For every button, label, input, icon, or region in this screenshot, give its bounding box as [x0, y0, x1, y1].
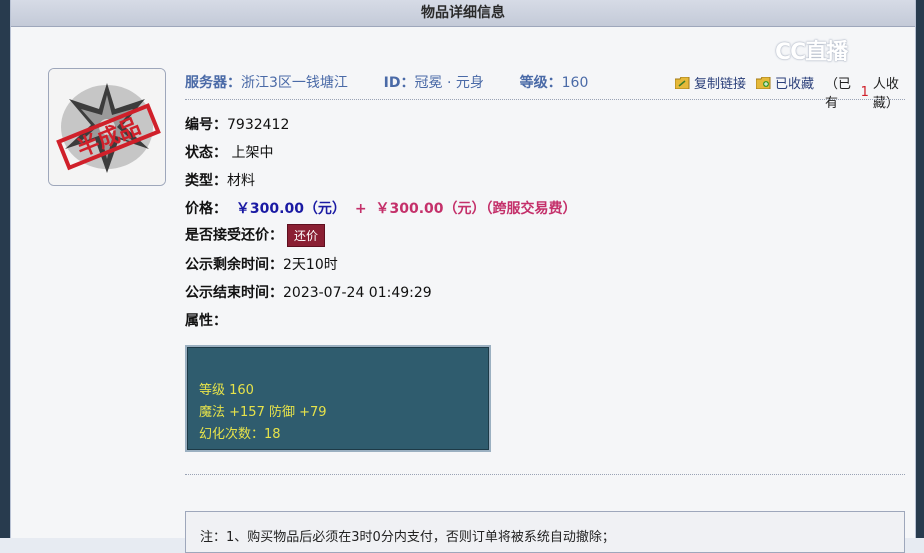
id-value: 冠冕 · 元身 — [414, 75, 484, 91]
fav-count-number: 1 — [860, 84, 869, 100]
price-label: 价格： — [185, 201, 227, 217]
server-label: 服务器： — [185, 75, 241, 91]
bargain-label: 是否接受还价： — [185, 227, 283, 244]
attributes-box: 等级 160 魔法 +157 防御 +79 幻化次数：18 — [185, 345, 491, 452]
fav-count-suffix: 人收藏） — [872, 77, 899, 111]
type-row: 类型：材料 — [185, 170, 255, 190]
fav-count-prefix: （已有 — [825, 77, 852, 111]
item-thumbnail[interactable]: 半成品 — [48, 68, 166, 186]
status-row: 状态： 上架中 — [185, 142, 273, 162]
panel-title: 物品详细信息 — [11, 0, 915, 27]
notice-text: 注：1、购买物品后必须在3时0分内支付，否则订单将被系统自动撤除； — [200, 530, 615, 545]
price-plus: + — [354, 201, 367, 217]
stream-watermark: CC直播 — [775, 34, 848, 66]
bargain-row: 是否接受还价： 还价 — [185, 224, 326, 247]
attr-transform-count: 幻化次数：18 — [199, 427, 281, 442]
attr-magic-defense: 魔法 +157 防御 +79 — [199, 405, 327, 420]
remaining-value: 2天10时 — [283, 257, 338, 273]
remaining-row: 公示剩余时间：2天10时 — [185, 254, 338, 274]
folder-add-icon — [755, 76, 771, 89]
left-dark-edge — [0, 0, 10, 538]
price-value: ￥300.00（元） — [235, 201, 346, 217]
server-value: 浙江3区一钱塘江 — [241, 75, 348, 91]
level-value: 160 — [561, 75, 589, 91]
crown-item-icon: 半成品 — [49, 69, 165, 185]
item-detail-panel: 物品详细信息 CC直播 半成品 服务器：浙江3区一钱塘江 ID：冠冕 · 元身 … — [10, 0, 916, 553]
code-label: 编号： — [185, 117, 227, 133]
status-value: 上架中 — [231, 145, 274, 161]
price-row: 价格： ￥300.00（元） + ￥300.00（元）（跨服交易费） — [185, 198, 577, 218]
notice-box: 注：1、购买物品后必须在3时0分内支付，否则订单将被系统自动撤除； — [185, 511, 905, 553]
end-time-row: 公示结束时间：2023-07-24 01:49:29 — [185, 282, 432, 302]
id-label: ID： — [383, 75, 415, 91]
level-label: 等级： — [519, 75, 562, 91]
folder-link-icon — [674, 76, 690, 89]
bargain-button[interactable]: 还价 — [287, 224, 326, 247]
cross-server-fee: ￥300.00（元）（跨服交易费） — [375, 201, 577, 217]
attributes-label: 属性： — [185, 313, 227, 329]
divider — [185, 474, 905, 475]
remaining-label: 公示剩余时间： — [185, 257, 283, 273]
watermark-text: CC直播 — [775, 40, 848, 65]
item-info-row: 服务器：浙江3区一钱塘江 ID：冠冕 · 元身 等级：160 — [185, 72, 588, 92]
attr-level: 等级 160 — [199, 383, 254, 398]
copy-link-button[interactable]: 复制链接 — [674, 73, 747, 92]
favorite-button[interactable]: 已收藏 — [755, 73, 815, 92]
end-time-value: 2023-07-24 01:49:29 — [283, 285, 432, 301]
code-value: 7932412 — [227, 117, 290, 133]
attributes-row: 属性： — [185, 310, 227, 330]
type-label: 类型： — [185, 173, 227, 189]
type-value: 材料 — [227, 173, 255, 189]
code-row: 编号：7932412 — [185, 114, 289, 134]
status-label: 状态： — [185, 145, 227, 161]
copy-link-label: 复制链接 — [694, 77, 747, 92]
end-time-label: 公示结束时间： — [185, 285, 283, 301]
divider — [185, 99, 905, 100]
favorite-count: （已有 1 人收藏） — [825, 73, 915, 111]
favorited-label: 已收藏 — [775, 77, 815, 92]
